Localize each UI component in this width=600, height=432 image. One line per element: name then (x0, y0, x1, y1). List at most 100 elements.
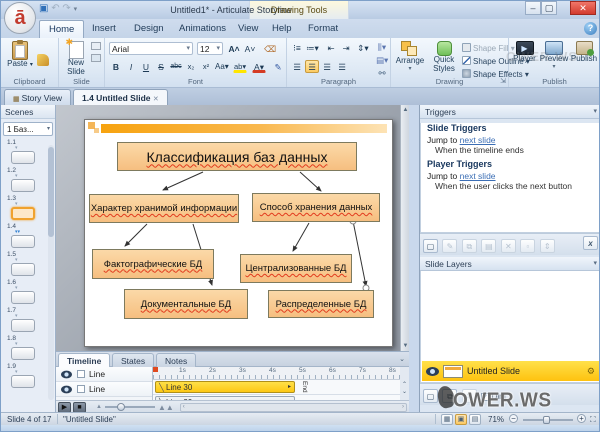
help-icon[interactable]: ? (584, 22, 597, 35)
slide-layers-header[interactable]: Slide Layers ▾ (420, 257, 599, 271)
play-button[interactable]: ▶ (58, 401, 71, 413)
tab-timeline[interactable]: Timeline (58, 353, 111, 367)
strikethrough-button[interactable]: abc (169, 60, 183, 73)
canvas-scrollbar[interactable]: ▲ ▼ (400, 105, 409, 351)
zoom-slider[interactable] (523, 416, 573, 424)
zoom-out-small-icon[interactable]: ▲ (96, 404, 102, 410)
timeline-row-scroll[interactable]: ⌃ ⌄ (402, 382, 407, 396)
tab-slide-1-4[interactable]: 1.4 Untitled Slide ✕ (73, 89, 168, 105)
tab-design[interactable]: Design (125, 20, 173, 38)
flowchart-box[interactable]: Характер хранимой информации (89, 194, 239, 223)
timeline-track-row[interactable]: ╲ Line 30 ▸ End (153, 380, 400, 395)
new-slide-button[interactable]: ✱ New Slide (61, 37, 91, 77)
tab-states[interactable]: States (112, 353, 155, 367)
justify-button[interactable]: ☰ (335, 60, 349, 73)
tab-insert[interactable]: Insert (83, 20, 125, 38)
align-right-button[interactable]: ☰ (320, 60, 334, 73)
flowchart-box[interactable]: Централизованные БД (240, 254, 352, 283)
normal-view-button[interactable]: ▣ (455, 414, 467, 425)
tab-view[interactable]: View (229, 20, 267, 38)
scene-slide-item[interactable]: 1.8 ▾ (1, 335, 55, 363)
font-color-button[interactable]: A▾ (252, 60, 266, 73)
shrink-font-button[interactable]: A˅ (243, 42, 257, 55)
flowchart-box[interactable]: Распределенные БД (268, 290, 374, 318)
stop-button[interactable]: ■ (73, 401, 86, 413)
paste-button[interactable]: Paste ▾ (5, 40, 35, 69)
underline-button[interactable]: U (139, 60, 153, 73)
redo-icon[interactable]: ↷ (62, 3, 70, 14)
bold-button[interactable]: B (109, 60, 123, 73)
minimize-button[interactable]: – (525, 1, 541, 15)
paste-dropdown-icon[interactable]: ▾ (30, 62, 33, 68)
font-size-combo[interactable]: 12 ▾ (197, 42, 223, 55)
preview-view-button[interactable]: ▤ (469, 414, 481, 425)
scene-slide-item-selected[interactable]: 1.3 ▾ (1, 195, 55, 223)
eye-icon[interactable] (60, 370, 73, 378)
arrange-button[interactable]: Arrange ▾ (393, 41, 427, 72)
fit-to-window-icon[interactable]: ⛶ (590, 415, 596, 425)
new-trigger-button[interactable]: ▢ (423, 239, 438, 253)
numbering-button[interactable]: ≔▾ (305, 41, 319, 54)
change-case-button[interactable]: Aa▾ (214, 60, 229, 73)
tab-story-view[interactable]: ▦ Story View (4, 89, 72, 105)
collapse-timeline-icon[interactable]: ⌄ (399, 355, 405, 363)
gear-icon[interactable]: ⚙ (587, 366, 595, 377)
flowchart-box[interactable]: Способ хранения данных (252, 193, 380, 222)
text-direction-icon[interactable]: ⫼▾ (375, 40, 389, 53)
tab-format[interactable]: Format (299, 20, 347, 38)
timeline-zoom-slider[interactable] (104, 403, 155, 411)
timeline-object-row[interactable]: Line (56, 367, 152, 382)
close-tab-icon[interactable]: ✕ (153, 96, 159, 103)
tab-notes[interactable]: Notes (156, 353, 197, 367)
undo-icon[interactable]: ↶ (51, 3, 59, 14)
align-center-button[interactable]: ☰ (305, 60, 319, 73)
bullets-button[interactable]: ⁝≡ (290, 41, 304, 54)
font-family-combo[interactable]: Arial ▾ (109, 42, 193, 55)
duplicate-slide-icon[interactable] (91, 42, 101, 50)
eye-icon[interactable] (426, 366, 439, 376)
playhead-marker[interactable] (153, 367, 158, 372)
italic-button[interactable]: I (124, 60, 138, 73)
qat-dropdown-icon[interactable]: ▾ (74, 5, 78, 13)
variables-button[interactable]: x (583, 236, 598, 250)
text-pen-icon[interactable]: ✎ (271, 60, 285, 73)
scene-slide-item[interactable]: 1.1 ▾ (1, 139, 55, 167)
align-text-icon[interactable]: ▤▾ (375, 53, 389, 66)
slide[interactable]: Классификация баз данных Характер храним… (84, 119, 393, 347)
line-spacing-button[interactable]: ⇕▾ (356, 41, 370, 54)
next-slide-link[interactable]: next slide (460, 135, 496, 145)
zoom-in-large-icon[interactable]: ▲▲ (158, 403, 174, 412)
story-view-button[interactable]: ▦ (441, 414, 453, 425)
flowchart-box[interactable]: Фактографические БД (92, 249, 214, 279)
zoom-in-icon[interactable]: + (577, 414, 586, 423)
maximize-button[interactable]: ▢ (541, 1, 557, 15)
scene-selector-dropdown[interactable]: 1 Баз... ▾ (3, 122, 53, 136)
scene-slide-item[interactable]: 1.7 ▾ (1, 307, 55, 335)
close-button[interactable]: ✕ (570, 1, 596, 15)
clear-formatting-icon[interactable]: ⌫ (263, 42, 277, 55)
scene-slide-item[interactable]: 1.9 ▾ (1, 363, 55, 391)
shadow-button[interactable]: S (154, 60, 168, 73)
slide-layout-icon[interactable] (91, 54, 101, 62)
triggers-header[interactable]: Triggers ▾ (420, 105, 599, 119)
timeline-object-row[interactable]: Line (56, 382, 152, 397)
zoom-out-icon[interactable]: − (509, 414, 518, 423)
flowchart-box-title[interactable]: Классификация баз данных (117, 142, 357, 171)
save-icon[interactable]: ▣ (39, 3, 48, 14)
eye-icon[interactable] (60, 385, 73, 393)
decrease-indent-button[interactable]: ⇤ (324, 41, 338, 54)
scene-slide-item[interactable]: 1.6 ▾ (1, 279, 55, 307)
superscript-button[interactable]: x² (199, 60, 213, 73)
tab-animations[interactable]: Animations (170, 20, 235, 38)
timeline-bar-selected[interactable]: ╲ Line 30 ▸ (155, 381, 295, 393)
grow-font-button[interactable]: A˄ (227, 42, 241, 55)
timeline-ruler[interactable]: 1s 2s 3s 4s 5s 6s 7s 8s (153, 367, 400, 380)
quick-styles-button[interactable]: Quick Styles (428, 41, 460, 74)
flowchart-box[interactable]: Документальные БД (124, 289, 248, 319)
align-left-button[interactable]: ☰ (290, 60, 304, 73)
scene-slide-item[interactable]: 1.4 ▾▾ (1, 223, 55, 251)
format-painter-icon[interactable] (37, 54, 49, 66)
highlight-color-button[interactable]: ab▾ (233, 60, 247, 73)
base-layer-row[interactable]: Untitled Slide ⚙ (422, 361, 599, 381)
next-slide-link[interactable]: next slide (460, 171, 496, 181)
